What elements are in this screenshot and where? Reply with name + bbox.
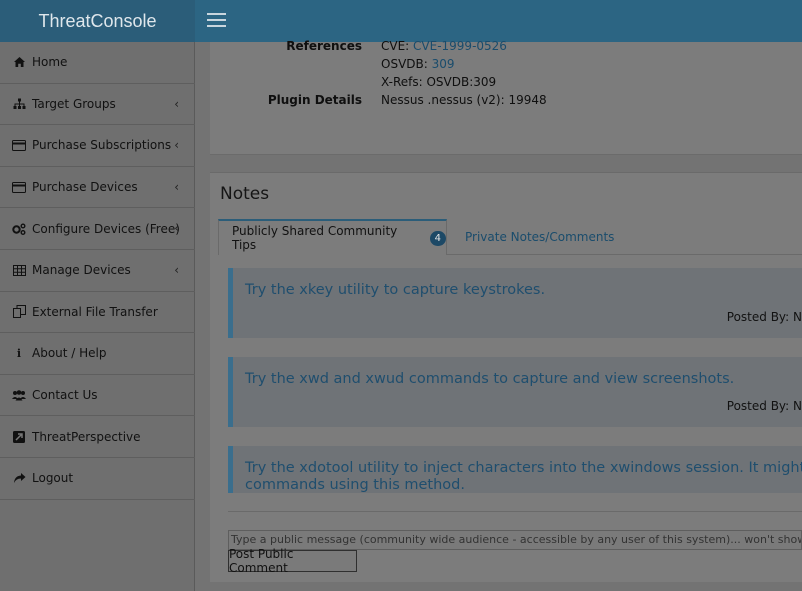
chevron-left-icon: ‹: [174, 179, 179, 194]
sidebar-item-configure-devices[interactable]: Configure Devices (Free) ‹: [0, 208, 195, 250]
chevron-left-icon: ‹: [174, 138, 179, 153]
sidebar-item-purchase-devices[interactable]: Purchase Devices ‹: [0, 167, 195, 209]
osvdb-link[interactable]: 309: [432, 57, 455, 71]
sidebar-item-about-help[interactable]: i About / Help: [0, 333, 195, 375]
tip-text: Try the xkey utility to capture keystrok…: [245, 282, 546, 298]
sidebar-item-label: Manage Devices: [32, 263, 131, 278]
divider: [228, 511, 802, 512]
sidebar-item-label: Purchase Subscriptions: [32, 138, 172, 153]
chevron-left-icon: ‹: [174, 262, 179, 277]
sidebar-item-external-file-transfer[interactable]: External File Transfer: [0, 292, 195, 334]
menu-toggle-icon[interactable]: [207, 13, 226, 29]
sidebar-item-label: ThreatPerspective: [32, 429, 141, 444]
gears-icon: [12, 222, 26, 236]
copy-icon: [12, 305, 26, 319]
chevron-left-icon: ‹: [174, 96, 179, 111]
credit-card-icon: [12, 138, 26, 152]
chevron-left-icon: ‹: [174, 221, 179, 236]
share-icon: [12, 471, 26, 485]
sidebar-item-home[interactable]: Home: [0, 42, 195, 84]
sidebar-item-purchase-subscriptions[interactable]: Purchase Subscriptions ‹: [0, 125, 195, 167]
external-link-icon: [12, 430, 26, 444]
list-item: Try the xwd and xwud commands to capture…: [228, 357, 802, 427]
tip-posted-by: Posted By: N: [726, 399, 802, 413]
tips-list[interactable]: Try the xkey utility to capture keystrok…: [210, 268, 802, 493]
post-public-comment-button[interactable]: Post Public Comment: [228, 547, 357, 575]
app-brand[interactable]: ThreatConsole: [0, 0, 195, 42]
cve-link[interactable]: CVE-1999-0526: [413, 39, 507, 53]
cve-value: CVE: CVE-1999-0526: [381, 39, 507, 53]
sidebar-item-contact-us[interactable]: Contact Us: [0, 375, 195, 417]
tips-count-badge: 4: [429, 230, 446, 246]
references-label: References: [286, 39, 362, 53]
notes-title: Notes: [220, 184, 270, 204]
sidebar-item-manage-devices[interactable]: Manage Devices ‹: [0, 250, 195, 292]
users-icon: [12, 388, 26, 402]
tip-posted-by: Posted By: N: [726, 310, 802, 324]
sidebar-item-label: About / Help: [32, 346, 107, 361]
tab-public-community-tips[interactable]: Publicly Shared Community Tips 4: [218, 219, 447, 255]
osvdb-value: OSVDB: 309: [381, 57, 455, 71]
sidebar-item-threatperspective[interactable]: ThreatPerspective: [0, 416, 195, 458]
list-item: Try the xkey utility to capture keystrok…: [228, 268, 802, 338]
plugin-details-label: Plugin Details: [267, 93, 362, 107]
list-item: Try the xdotool utility to inject charac…: [228, 446, 802, 493]
vulnerability-details-panel: References CVE: CVE-1999-0526 OSVDB: 309…: [210, 39, 802, 155]
notes-tabs: Publicly Shared Community Tips 4 Private…: [218, 219, 802, 255]
plugin-details-value: Nessus .nessus (v2): 19948: [381, 93, 547, 107]
home-icon: [12, 55, 26, 69]
table-icon: [12, 263, 26, 277]
credit-card-icon: [12, 180, 26, 194]
sidebar: Home Target Groups ‹ Purchase Subscripti…: [0, 42, 195, 591]
tab-private-notes[interactable]: Private Notes/Comments: [465, 219, 614, 255]
notes-panel: Notes Publicly Shared Community Tips 4 P…: [210, 172, 802, 582]
sidebar-item-logout[interactable]: Logout: [0, 458, 195, 500]
tab-label: Publicly Shared Community Tips: [232, 224, 398, 252]
sidebar-item-label: External File Transfer: [32, 304, 158, 319]
info-icon: i: [16, 346, 22, 360]
tab-label: Private Notes/Comments: [465, 230, 615, 244]
sidebar-item-label: Purchase Devices: [32, 180, 138, 195]
xrefs-value: X-Refs: OSVDB:309: [381, 75, 497, 89]
sidebar-item-label: Configure Devices (Free): [32, 221, 180, 236]
tip-text: Try the xwd and xwud commands to capture…: [245, 371, 735, 387]
top-navbar: [195, 0, 802, 42]
main-content: References CVE: CVE-1999-0526 OSVDB: 309…: [195, 39, 802, 591]
sidebar-item-target-groups[interactable]: Target Groups ‹: [0, 84, 195, 126]
sidebar-item-label: Contact Us: [32, 388, 98, 403]
sitemap-icon: [12, 97, 26, 111]
sidebar-item-label: Target Groups: [32, 96, 116, 111]
sidebar-item-label: Home: [32, 55, 68, 70]
sidebar-item-label: Logout: [32, 471, 74, 486]
tip-text: Try the xdotool utility to inject charac…: [245, 460, 802, 493]
